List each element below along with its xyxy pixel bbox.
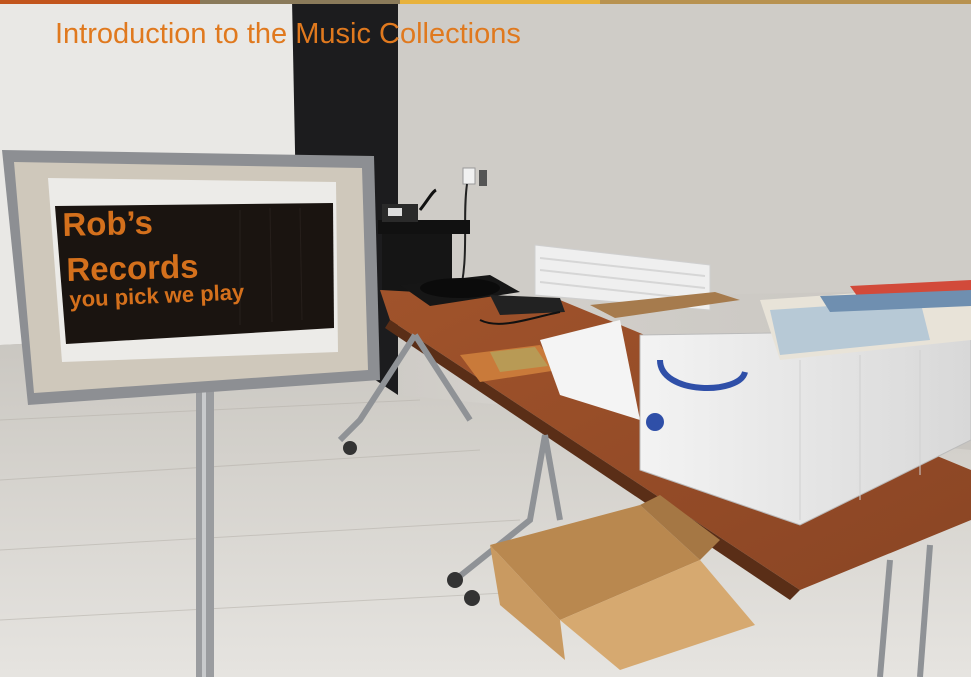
sign-text-line: Records: [65, 247, 199, 288]
wall-outlet: [462, 167, 476, 185]
back-table: [378, 220, 470, 234]
sign-text-line: Rob’s: [61, 203, 154, 243]
amp: [490, 295, 565, 315]
caster: [343, 441, 357, 455]
caster: [464, 590, 480, 606]
slide-title: Introduction to the Music Collections: [55, 18, 521, 50]
record-room-photo: [0, 0, 971, 677]
sign-pole-highlight: [202, 390, 206, 677]
crate-logo: [646, 413, 664, 431]
caster: [447, 572, 463, 588]
top-strip: [0, 0, 971, 4]
photo-scene: Introduction to the Music Collections Ro…: [0, 0, 971, 677]
wall-switch: [479, 170, 487, 186]
turntable-platter: [420, 278, 500, 298]
speaker-label: [388, 208, 402, 216]
